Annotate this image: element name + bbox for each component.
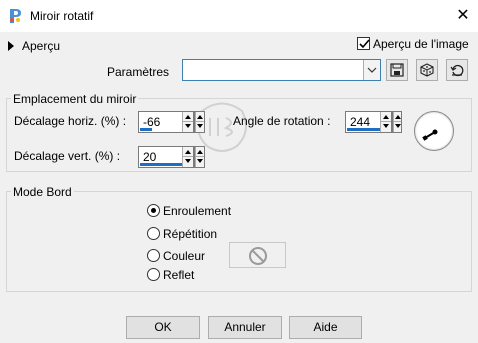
preview-toggle-label: Aperçu [22,38,61,53]
app-icon [10,9,21,23]
color-swatch[interactable] [229,242,286,268]
arrow-down-icon[interactable] [383,124,389,128]
vertical-offset-stepper[interactable] [182,147,193,167]
no-color-icon [249,247,267,265]
vertical-offset-slider[interactable] [140,163,182,166]
arrow-down-icon[interactable] [185,159,191,163]
vertical-offset-value: 20 [143,150,157,164]
chevron-down-icon[interactable] [363,60,380,80]
radio-reflect[interactable]: Reflet [147,267,194,282]
arrow-down-icon[interactable] [185,124,191,128]
arrow-up-icon[interactable] [395,115,401,119]
arrow-down-icon[interactable] [197,124,203,128]
expand-arrow-icon [8,40,14,51]
vertical-stepper-buttons[interactable] [195,147,204,167]
horizontal-offset-value: -66 [143,115,161,129]
rotation-angle-slider[interactable] [347,128,382,131]
preview-checkbox[interactable]: Aperçu de l'image [357,36,469,51]
rotation-angle-dial[interactable] [414,111,454,151]
radio-empty-icon[interactable] [147,249,160,263]
radio-repeat-label: Répétition [163,226,218,241]
rotation-angle-value: 244 [350,115,371,129]
arrow-down-icon[interactable] [395,124,401,128]
presets-label: Paramètres [107,65,170,79]
save-icon [390,63,404,77]
dial-needle-icon [422,129,438,141]
window-title: Miroir rotatif [30,9,94,23]
rotation-angle-extra-stepper[interactable] [392,111,402,133]
presets-dropdown[interactable] [182,59,381,81]
rotation-angle-stepper[interactable] [380,112,391,132]
horizontal-offset-input[interactable]: -66 [138,111,194,133]
help-button[interactable]: Aide [289,316,362,339]
arrow-up-icon[interactable] [197,150,203,154]
ok-button[interactable]: OK [126,316,200,339]
radio-reflect-label: Reflet [163,267,195,282]
random-button[interactable] [416,59,438,81]
horizontal-offset-slider[interactable] [140,128,152,131]
horizontal-offset-extra-stepper[interactable] [194,111,205,133]
radio-color-label: Couleur [163,248,206,263]
reset-icon [450,64,464,77]
rotation-angle-label: Angle de rotation : [233,114,331,128]
radio-wrap[interactable]: Enroulement [147,203,231,218]
vertical-offset-input[interactable]: 20 [138,146,194,168]
arrow-up-icon[interactable] [383,115,389,119]
title-bar: Miroir rotatif ✕ [0,0,478,32]
radio-empty-icon[interactable] [147,227,160,241]
close-button[interactable]: ✕ [452,6,474,26]
vertical-offset-extra-stepper[interactable] [194,146,205,168]
horizontal-stepper-buttons[interactable] [195,112,204,132]
save-preset-button[interactable] [386,59,408,81]
dice-icon [420,63,434,77]
mirror-position-title: Emplacement du miroir [11,92,139,106]
radio-wrap-label: Enroulement [163,203,232,218]
rotation-angle-input[interactable]: 244 [345,111,392,133]
horizontal-offset-stepper[interactable] [182,112,193,132]
radio-empty-icon[interactable] [147,268,160,282]
radio-selected-icon[interactable] [147,204,160,218]
horizontal-offset-label: Décalage horiz. (%) : [14,114,127,128]
reset-button[interactable] [446,59,468,81]
checkbox-checked-icon[interactable] [357,37,370,51]
arrow-up-icon[interactable] [185,115,191,119]
arrow-up-icon[interactable] [197,115,203,119]
radio-color[interactable]: Couleur [147,248,205,263]
preview-toggle[interactable]: Aperçu [8,38,60,53]
arrow-up-icon[interactable] [185,150,191,154]
rotation-stepper-buttons[interactable] [393,112,401,132]
arrow-down-icon[interactable] [197,159,203,163]
preview-checkbox-label: Aperçu de l'image [373,36,469,51]
cancel-button[interactable]: Annuler [208,316,282,339]
edge-mode-title: Mode Bord [11,185,74,199]
vertical-offset-label: Décalage vert. (%) : [14,149,121,163]
radio-repeat[interactable]: Répétition [147,226,217,241]
